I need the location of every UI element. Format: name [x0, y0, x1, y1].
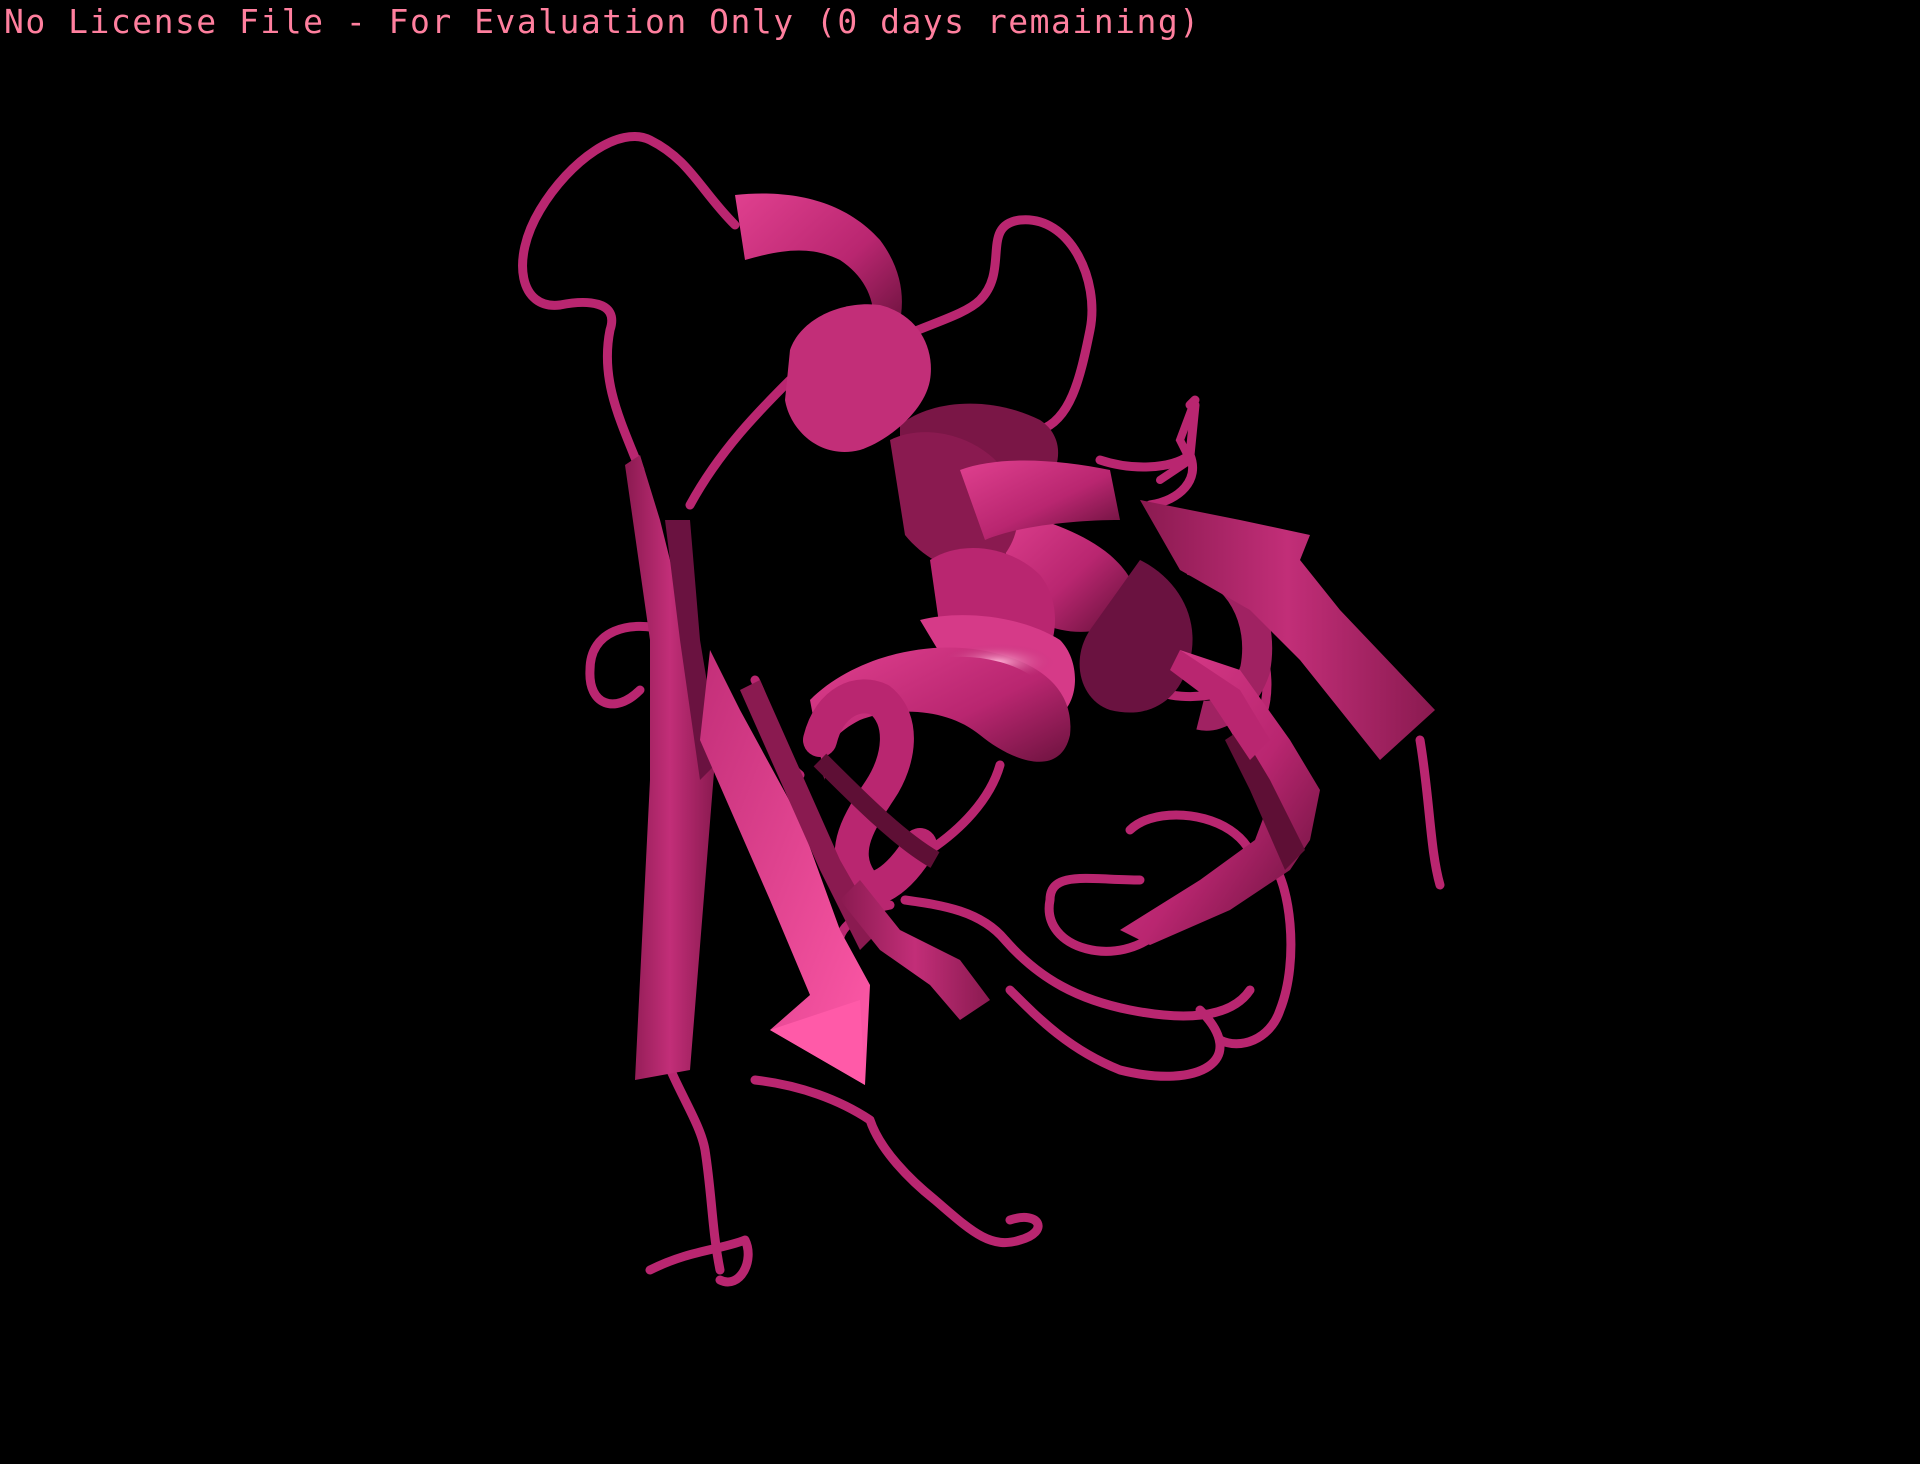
molecular-viewer-viewport[interactable]: No License File - For Evaluation Only (0… — [0, 0, 1920, 1464]
protein-cartoon[interactable] — [0, 0, 1920, 1464]
